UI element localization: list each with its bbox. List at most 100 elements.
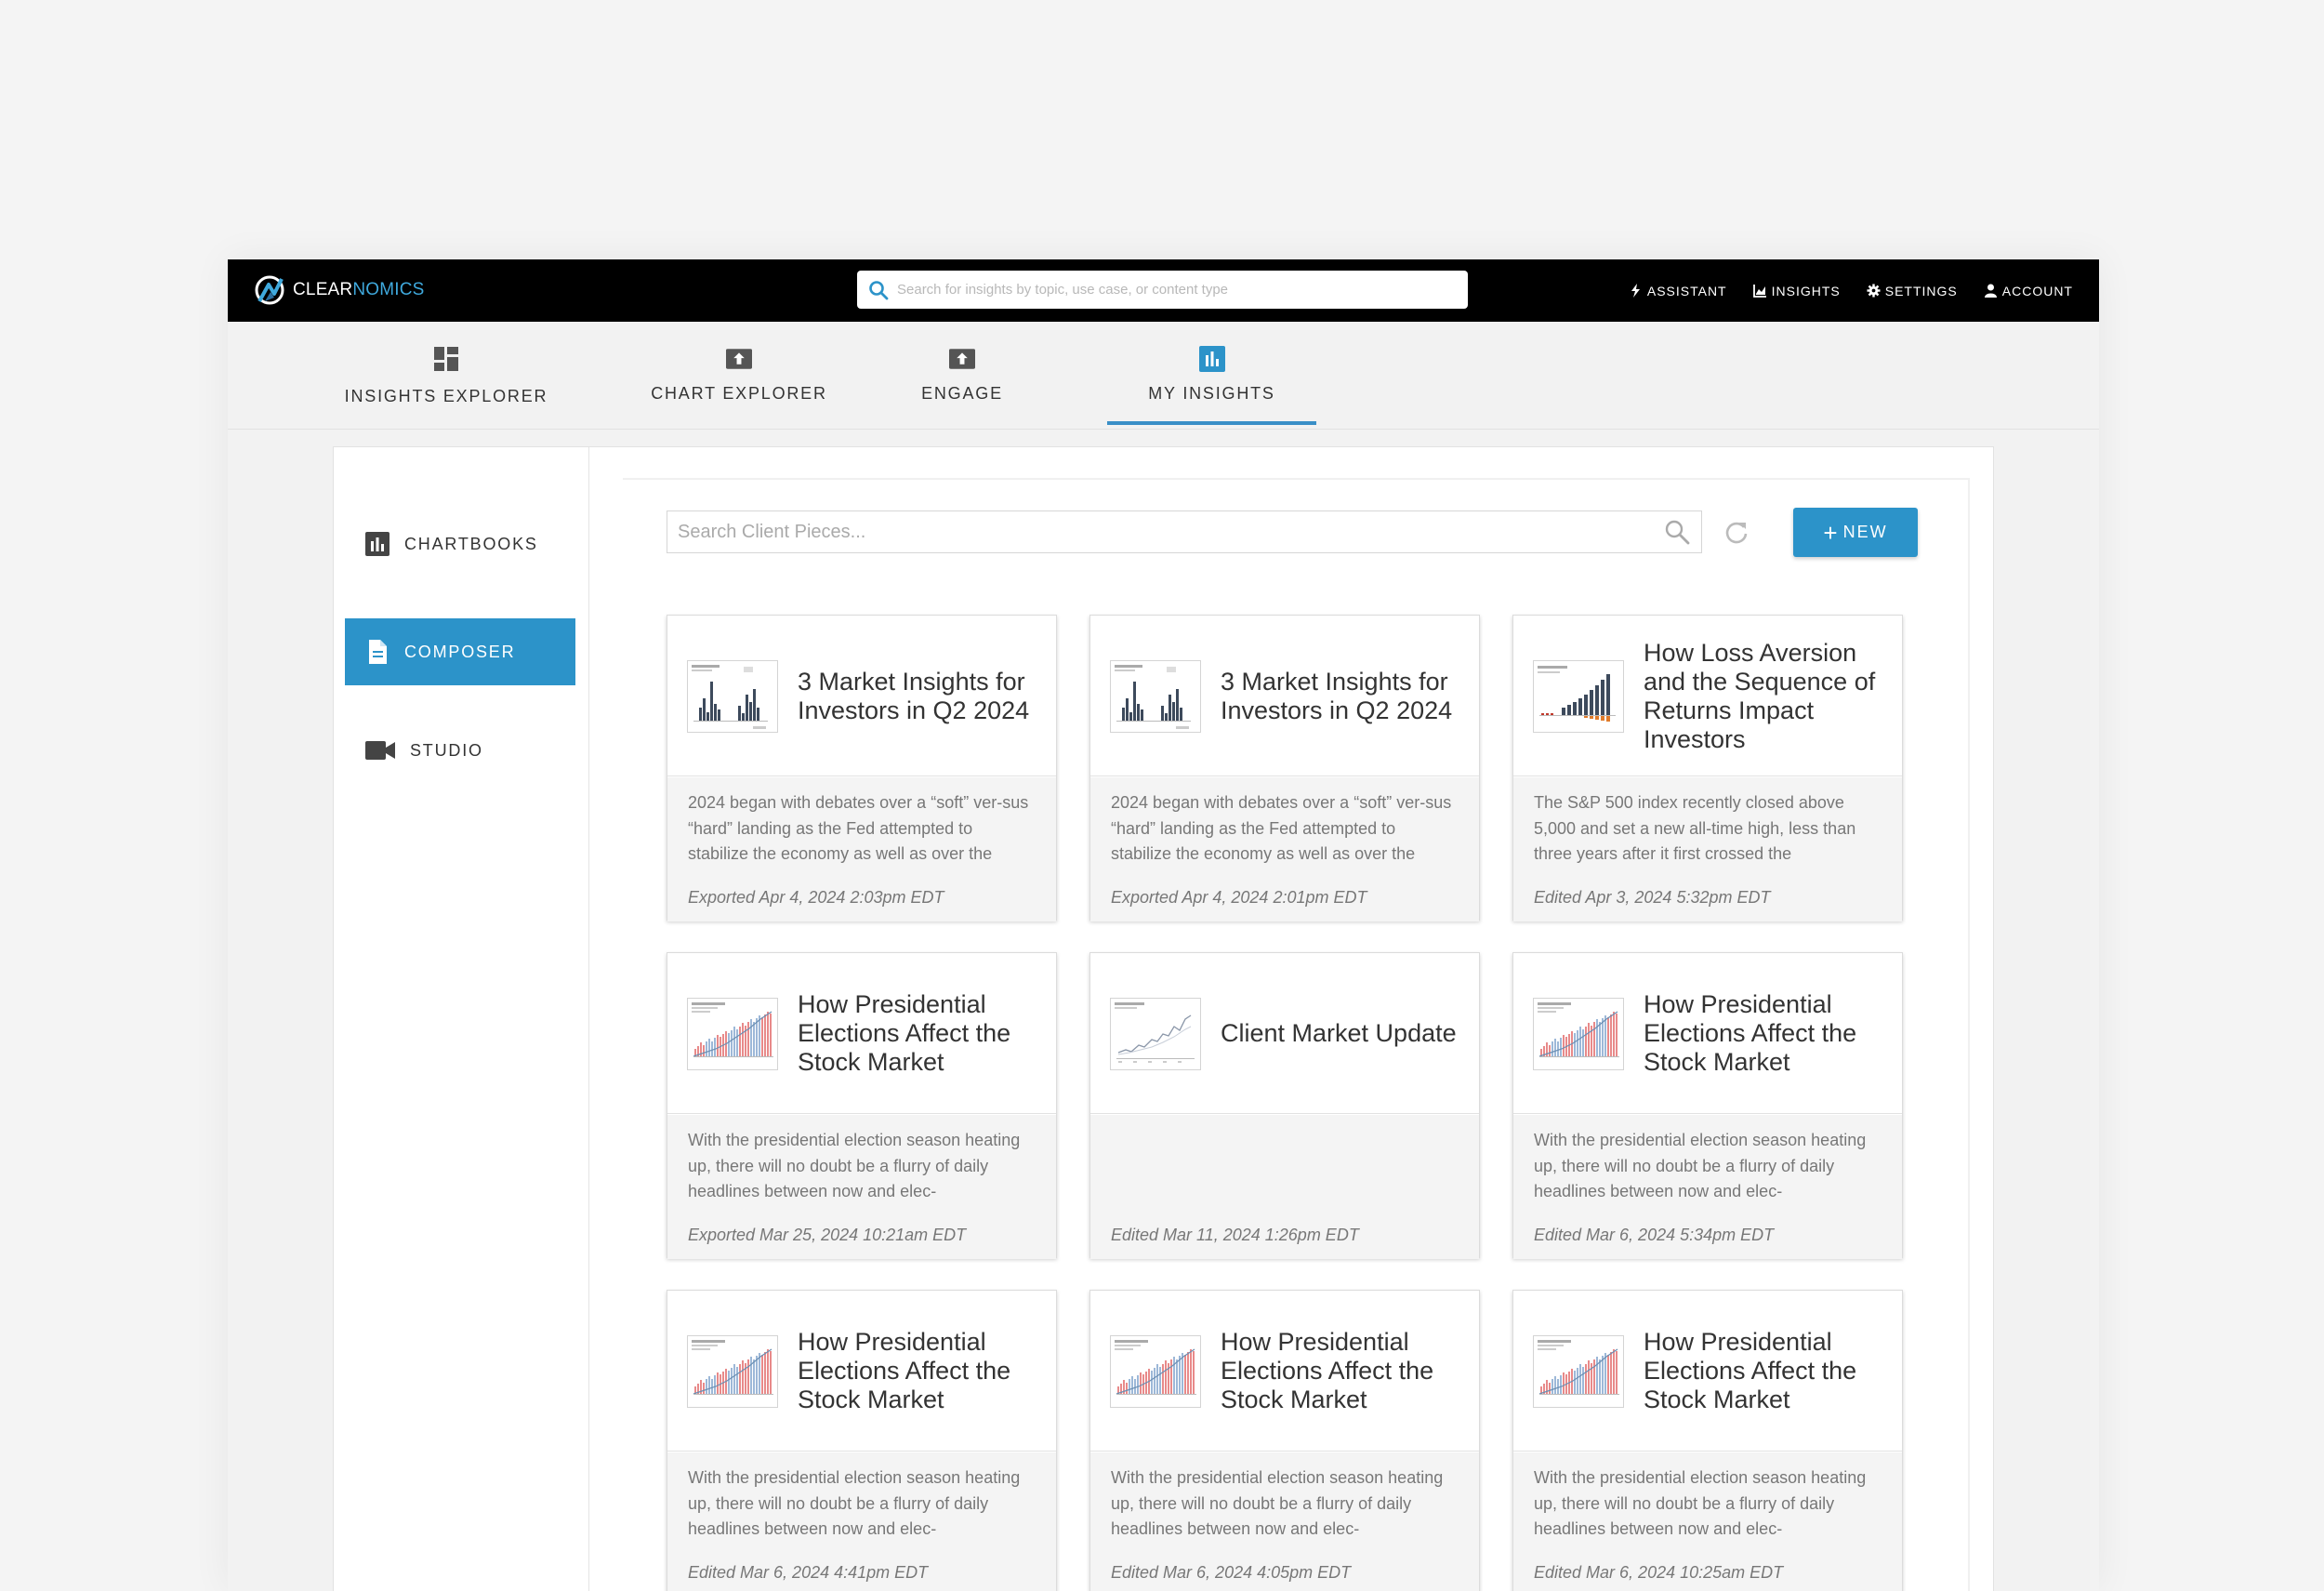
card-description: With the presidential election season he… — [688, 1468, 1021, 1538]
card-body: With the presidential election season he… — [1513, 1452, 1902, 1591]
composer-content: +NEW 3 Market Insights for Investors in … — [589, 447, 1993, 1591]
dashboard-icon — [433, 346, 459, 372]
sidebar-item-studio[interactable]: STUDIO — [345, 717, 575, 784]
client-piece-card[interactable]: How Presidential Elections Affect the St… — [667, 1290, 1057, 1591]
card-title: How Presidential Elections Affect the St… — [798, 990, 1011, 1076]
bar-chart-icon — [365, 532, 390, 556]
tab-engage[interactable]: ENGAGE — [916, 322, 1009, 430]
divider — [623, 478, 1969, 480]
plus-icon: + — [1823, 518, 1840, 547]
card-body: With the presidential election season he… — [667, 1115, 1056, 1259]
card-body: With the presidential election season he… — [1090, 1452, 1479, 1591]
card-timestamp: Edited Mar 11, 2024 1:26pm EDT — [1111, 1226, 1359, 1244]
nav-account-label: ACCOUNT — [2001, 283, 2073, 298]
bar-chart-icon — [1198, 346, 1225, 372]
brand-name-part1: CLEAR — [293, 280, 353, 299]
nav-insights[interactable]: INSIGHTS — [1752, 284, 1841, 298]
nav-settings[interactable]: SETTINGS — [1867, 284, 1958, 298]
client-piece-card[interactable]: How Presidential Elections Affect the St… — [1512, 952, 1903, 1259]
card-body: 2024 began with debates over a “soft” ve… — [667, 777, 1056, 921]
nav-assistant-label: ASSISTANT — [1646, 283, 1727, 298]
module-tabs: INSIGHTS EXPLORER CHART EXPLORER ENGAGE … — [228, 322, 2099, 430]
tab-engage-label: ENGAGE — [921, 384, 1003, 403]
global-search[interactable] — [857, 271, 1468, 309]
tab-chart-explorer-label: CHART EXPLORER — [651, 384, 827, 403]
new-button[interactable]: + NEW — [1793, 508, 1918, 557]
brand-logo[interactable]: CLEARNOMICS — [254, 273, 425, 307]
card-title: How Presidential Elections Affect the St… — [798, 1328, 1011, 1413]
client-piece-card[interactable]: How Presidential Elections Affect the St… — [1089, 1290, 1480, 1591]
tab-my-insights[interactable]: MY INSIGHTS — [1107, 322, 1316, 430]
tab-insights-explorer-label: INSIGHTS EXPLORER — [344, 387, 548, 405]
card-timestamp: Edited Mar 6, 2024 10:25am EDT — [1534, 1563, 1784, 1582]
card-description: With the presidential election season he… — [688, 1131, 1021, 1200]
card-description: 2024 began with debates over a “soft” ve… — [688, 793, 1029, 863]
card-thumbnail — [1110, 660, 1201, 733]
card-header: Client Market Update — [1090, 953, 1479, 1114]
card-description: The S&P 500 index recently closed above … — [1534, 793, 1856, 863]
sidebar-item-label: CHARTBOOKS — [404, 534, 538, 553]
card-description: With the presidential election season he… — [1534, 1131, 1867, 1200]
card-thumbnail — [1110, 998, 1201, 1070]
client-piece-card[interactable]: 3 Market Insights for Investors in Q2 20… — [1089, 615, 1480, 921]
video-camera-icon — [365, 741, 395, 760]
sidebar-item-label: COMPOSER — [404, 642, 516, 661]
brand-name: CLEARNOMICS — [293, 280, 425, 300]
nav-settings-label: SETTINGS — [1884, 283, 1958, 298]
card-body: The S&P 500 index recently closed above … — [1513, 777, 1902, 921]
top-bar: CLEARNOMICS ASSISTANT INSIGHTS — [228, 259, 2099, 322]
main-panel: CHARTBOOKS COMPOSER STUDIO +NEW 3 Market… — [333, 446, 1994, 1591]
client-piece-card[interactable]: How Loss Aversion and the Sequence of Re… — [1512, 615, 1903, 921]
card-title: How Presidential Elections Affect the St… — [1644, 1328, 1857, 1413]
nav-assistant[interactable]: ASSISTANT — [1629, 284, 1727, 298]
card-title: How Loss Aversion and the Sequence of Re… — [1644, 638, 1876, 753]
upload-box-icon — [949, 346, 975, 372]
global-search-input[interactable] — [897, 282, 1446, 298]
card-description — [1111, 1128, 1459, 1205]
client-pieces-search[interactable] — [667, 510, 1702, 553]
card-timestamp: Edited Mar 6, 2024 4:41pm EDT — [688, 1563, 929, 1582]
card-header: How Presidential Elections Affect the St… — [667, 953, 1056, 1114]
client-piece-card[interactable]: Client Market Update Edited Mar 11, 2024 … — [1089, 952, 1480, 1259]
card-timestamp: Exported Apr 4, 2024 2:01pm EDT — [1111, 888, 1367, 907]
gear-icon — [1867, 284, 1881, 298]
client-piece-card[interactable]: 3 Market Insights for Investors in Q2 20… — [667, 615, 1057, 921]
card-body: With the presidential election season he… — [667, 1452, 1056, 1591]
refresh-icon[interactable] — [1723, 520, 1750, 546]
card-title: How Presidential Elections Affect the St… — [1644, 990, 1857, 1076]
nav-account[interactable]: ACCOUNT — [1984, 284, 2073, 298]
brand-name-part2: NOMICS — [352, 280, 425, 299]
top-nav: ASSISTANT INSIGHTS SETTINGS ACCOUNT — [1629, 259, 2073, 322]
sidebar-item-label: STUDIO — [410, 740, 483, 760]
card-header: How Loss Aversion and the Sequence of Re… — [1513, 616, 1902, 776]
divider — [1968, 478, 1970, 1591]
search-icon[interactable] — [1664, 519, 1690, 545]
card-timestamp: Exported Mar 25, 2024 10:21am EDT — [688, 1226, 967, 1244]
tab-chart-explorer[interactable]: CHART EXPLORER — [651, 322, 825, 430]
card-thumbnail — [1533, 1335, 1624, 1408]
upload-box-icon — [726, 346, 752, 372]
client-piece-card[interactable]: How Presidential Elections Affect the St… — [1512, 1290, 1903, 1591]
card-thumbnail — [1533, 660, 1624, 733]
sidebar-item-composer[interactable]: COMPOSER — [345, 618, 575, 685]
card-description: 2024 began with debates over a “soft” ve… — [1111, 793, 1452, 863]
card-thumbnail — [687, 998, 778, 1070]
card-header: How Presidential Elections Affect the St… — [1090, 1291, 1479, 1452]
card-timestamp: Edited Mar 6, 2024 4:05pm EDT — [1111, 1563, 1352, 1582]
tab-my-insights-label: MY INSIGHTS — [1148, 384, 1275, 403]
card-title: 3 Market Insights for Investors in Q2 20… — [798, 667, 1030, 724]
card-title: 3 Market Insights for Investors in Q2 20… — [1221, 667, 1453, 724]
sidebar: CHARTBOOKS COMPOSER STUDIO — [334, 447, 589, 1591]
lightning-icon — [1631, 284, 1640, 298]
card-description: With the presidential election season he… — [1534, 1468, 1867, 1538]
sidebar-item-chartbooks[interactable]: CHARTBOOKS — [345, 510, 575, 577]
client-piece-card[interactable]: How Presidential Elections Affect the St… — [667, 952, 1057, 1259]
client-pieces-search-input[interactable] — [678, 521, 1664, 543]
clearnomics-logo-icon — [255, 275, 284, 305]
card-thumbnail — [1533, 998, 1624, 1070]
card-header: How Presidential Elections Affect the St… — [667, 1291, 1056, 1452]
new-button-label: NEW — [1842, 523, 1888, 541]
card-title: Client Market Update — [1221, 1019, 1457, 1047]
card-header: How Presidential Elections Affect the St… — [1513, 953, 1902, 1114]
tab-insights-explorer[interactable]: INSIGHTS EXPLORER — [345, 322, 547, 430]
